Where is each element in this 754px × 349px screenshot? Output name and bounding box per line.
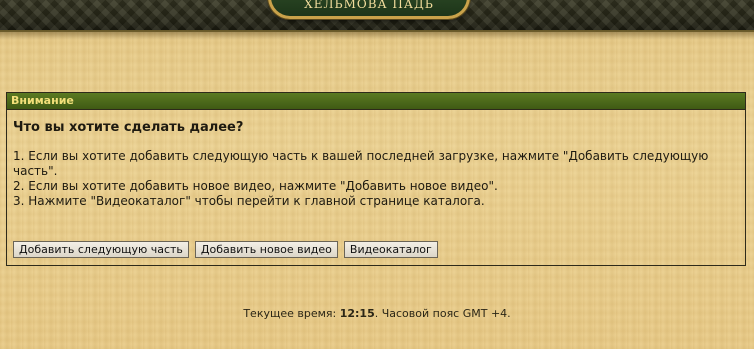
instruction-line-3: 3. Нажмите "Видеокаталог" чтобы перейти …: [13, 194, 485, 208]
footer-time-suffix: . Часовой пояс GMT +4.: [374, 307, 511, 320]
notice-panel: Внимание Что вы хотите сделать далее? 1.…: [6, 92, 746, 266]
logo-text: ХЕЛЬМОВА ПАДЬ: [304, 0, 434, 11]
panel-body: Что вы хотите сделать далее? 1. Если вы …: [7, 110, 745, 219]
question-heading: Что вы хотите сделать далее?: [13, 120, 244, 135]
footer-time-prefix: Текущее время:: [243, 307, 340, 320]
instruction-line-1: 1. Если вы хотите добавить следующую час…: [13, 149, 709, 178]
action-buttons: Добавить следующую часть Добавить новое …: [13, 241, 438, 258]
site-logo[interactable]: ХЕЛЬМОВА ПАДЬ: [268, 0, 470, 19]
panel-title: Внимание: [7, 93, 745, 110]
add-new-video-button[interactable]: Добавить новое видео: [194, 241, 338, 258]
instruction-line-2: 2. Если вы хотите добавить новое видео, …: [13, 179, 498, 193]
footer-time: Текущее время: 12:15. Часовой пояс GMT +…: [0, 307, 754, 320]
header-shadow: [0, 30, 754, 40]
footer-time-value: 12:15: [339, 307, 375, 320]
video-catalog-button[interactable]: Видеокаталог: [343, 241, 438, 258]
add-next-part-button[interactable]: Добавить следующую часть: [13, 241, 189, 258]
